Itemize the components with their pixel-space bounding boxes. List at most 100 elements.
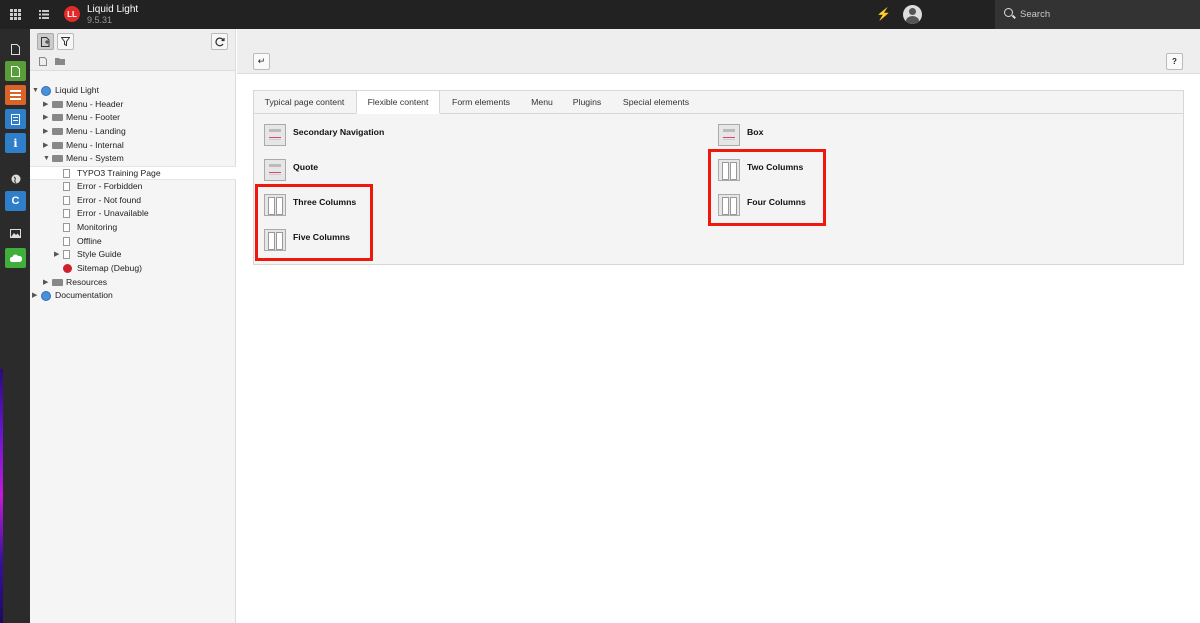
tree-node[interactable]: ▼ Liquid Light: [30, 84, 236, 98]
page-type-icon[interactable]: [39, 57, 47, 68]
tree-node-label: Sitemap (Debug): [77, 262, 142, 273]
apps-grid-icon[interactable]: [0, 0, 30, 29]
folder-icon[interactable]: [52, 128, 63, 136]
tree-node-label: TYPO3 Training Page: [77, 168, 161, 179]
collapse-toggle-icon[interactable]: ▼: [32, 84, 39, 98]
folder-icon[interactable]: [52, 100, 63, 108]
tree-node[interactable]: Offline: [30, 235, 236, 249]
tree-node[interactable]: Error - Forbidden: [30, 180, 236, 194]
new-page-icon[interactable]: [37, 33, 54, 50]
tree-node[interactable]: ▶ Menu - Footer: [30, 111, 236, 125]
tree-node[interactable]: ▶ Menu - Header: [30, 98, 236, 112]
tab-typical-page-content[interactable]: Typical page content: [254, 91, 355, 114]
expand-toggle-icon[interactable]: ▶: [43, 125, 48, 139]
tree-node-label: Menu - Footer: [66, 112, 120, 123]
expand-toggle-icon[interactable]: ▶: [43, 111, 48, 125]
text-element-icon: [718, 124, 740, 146]
expand-toggle-icon[interactable]: ▶: [32, 289, 37, 303]
workspace-module-icon[interactable]: C: [5, 191, 26, 211]
decorative-glow: [0, 369, 3, 623]
tree-node-label: Menu - System: [66, 153, 124, 164]
page-module-icon[interactable]: [5, 39, 26, 59]
module-list-icon[interactable]: [29, 0, 59, 29]
search-label: Search: [1020, 9, 1051, 20]
tree-node[interactable]: ▶ Resources: [30, 276, 236, 290]
tree-node[interactable]: Error - Not found: [30, 194, 236, 208]
site-root-icon[interactable]: [41, 291, 51, 302]
filter-icon[interactable]: [57, 33, 74, 50]
tab-special-elements[interactable]: Special elements: [612, 91, 700, 114]
doc-header: ↵ ?: [237, 29, 1200, 74]
tree-node[interactable]: ▶ Menu - Internal: [30, 139, 236, 153]
view-module-icon[interactable]: [5, 61, 26, 81]
filelist-module-icon[interactable]: [5, 223, 26, 243]
tree-node[interactable]: Error - Unavailable: [30, 207, 236, 221]
folder-icon[interactable]: [52, 141, 63, 149]
template-module-icon[interactable]: i: [5, 133, 26, 153]
sitemap-icon[interactable]: [63, 263, 72, 273]
tree-node-label: Liquid Light: [55, 85, 99, 95]
tree-node-label: Monitoring: [77, 221, 118, 232]
tree-node-label: Menu - Header: [66, 98, 124, 109]
close-wizard-button[interactable]: ↵: [253, 53, 270, 70]
tree-node[interactable]: ▶ Documentation: [30, 289, 236, 303]
tree-node-label: Error - Not found: [77, 194, 141, 205]
tree-node[interactable]: ▶ Menu - Landing: [30, 125, 236, 139]
expand-toggle-icon[interactable]: ▶: [43, 139, 48, 153]
tree-toolbar: [30, 29, 235, 71]
help-button[interactable]: ?: [1166, 53, 1183, 70]
tree-node-label: Offline: [77, 235, 102, 246]
tree-node[interactable]: ▶ Style Guide: [30, 248, 236, 262]
page-icon[interactable]: [63, 195, 70, 205]
tree-node-label: Style Guide: [77, 249, 122, 260]
tree-node[interactable]: Monitoring: [30, 221, 236, 235]
element-title: Box: [747, 127, 764, 137]
extension-module-icon[interactable]: [5, 248, 26, 268]
top-bar: LL Liquid Light 9.5.31 ⚡ Search: [0, 0, 1200, 29]
page-tree: ▼ Liquid Light ▶ Menu - Header ▶ Menu - Foote…: [30, 84, 236, 303]
search-icon: [1004, 8, 1013, 17]
tree-node-label: Menu - Landing: [66, 126, 126, 137]
folder-icon[interactable]: [52, 114, 63, 122]
page-icon[interactable]: [63, 169, 70, 179]
site-root-icon[interactable]: [41, 86, 51, 96]
tab-form-elements[interactable]: Form elements: [441, 91, 521, 114]
wizard-tabs: Typical page content Flexible content Fo…: [254, 90, 1183, 114]
expand-toggle-icon[interactable]: ▶: [43, 98, 48, 112]
list-module-icon[interactable]: [5, 85, 26, 105]
text-element-icon: [264, 159, 286, 181]
highlight-box-right: [708, 149, 826, 226]
folder-icon[interactable]: [52, 278, 63, 286]
text-element-icon: [264, 124, 286, 146]
page-icon[interactable]: [63, 222, 70, 232]
site-logo[interactable]: LL: [64, 6, 80, 22]
element-title: Quote: [293, 162, 319, 172]
flash-icon[interactable]: ⚡: [876, 7, 891, 21]
page-tree-panel: ▼ Liquid Light ▶ Menu - Header ▶ Menu - Foote…: [30, 29, 236, 623]
search-box[interactable]: Search: [995, 0, 1200, 29]
refresh-icon[interactable]: [211, 33, 228, 50]
expand-toggle-icon[interactable]: ▶: [54, 248, 59, 262]
tree-node-label: Documentation: [55, 290, 113, 301]
collapse-toggle-icon[interactable]: ▼: [43, 152, 50, 166]
tree-node-label: Error - Forbidden: [77, 180, 143, 191]
folder-icon[interactable]: [52, 155, 63, 163]
page-icon[interactable]: [63, 181, 70, 191]
page-icon[interactable]: [63, 236, 70, 246]
user-avatar-icon[interactable]: [903, 5, 922, 24]
tree-node[interactable]: ▼ Menu - System: [30, 152, 236, 166]
folder-type-icon[interactable]: [55, 57, 65, 67]
tree-node[interactable]: Sitemap (Debug): [30, 262, 236, 276]
expand-toggle-icon[interactable]: ▶: [43, 276, 48, 290]
page-icon[interactable]: [63, 209, 70, 219]
page-icon[interactable]: [63, 250, 70, 260]
site-name: Liquid Light: [87, 4, 139, 15]
tree-node[interactable]: TYPO3 Training Page: [30, 166, 236, 180]
element-title: Secondary Navigation: [293, 127, 385, 137]
tab-flexible-content[interactable]: Flexible content: [356, 90, 440, 114]
globe-module-icon[interactable]: [5, 169, 26, 189]
module-menu: i C: [0, 29, 30, 623]
tab-plugins[interactable]: Plugins: [563, 91, 611, 114]
info-module-icon[interactable]: [5, 109, 26, 129]
tab-menu[interactable]: Menu: [522, 91, 562, 114]
